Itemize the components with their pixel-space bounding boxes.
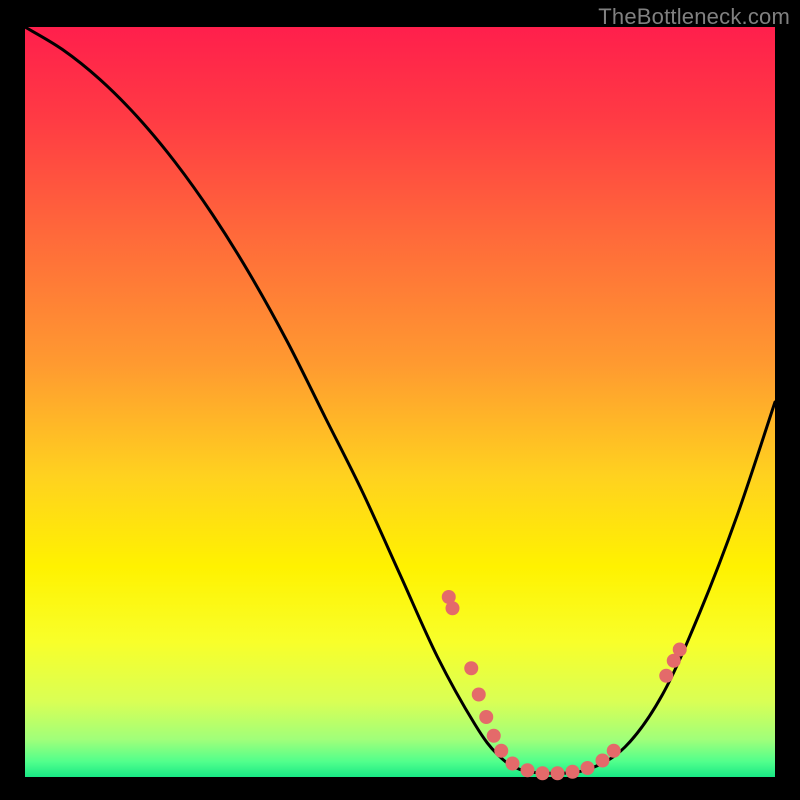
curve-marker xyxy=(494,744,508,758)
curve-marker xyxy=(673,643,687,657)
plot-background xyxy=(25,27,775,777)
chart-svg xyxy=(0,0,800,800)
attribution-text: TheBottleneck.com xyxy=(598,4,790,30)
curve-marker xyxy=(536,766,550,780)
curve-marker xyxy=(506,757,520,771)
curve-marker xyxy=(446,601,460,615)
curve-marker xyxy=(581,761,595,775)
curve-marker xyxy=(479,710,493,724)
curve-marker xyxy=(566,765,580,779)
curve-marker xyxy=(659,669,673,683)
curve-marker xyxy=(607,744,621,758)
curve-marker xyxy=(551,766,565,780)
curve-marker xyxy=(596,754,610,768)
curve-marker xyxy=(521,763,535,777)
chart-stage: TheBottleneck.com xyxy=(0,0,800,800)
curve-marker xyxy=(472,688,486,702)
curve-marker xyxy=(464,661,478,675)
curve-marker xyxy=(487,729,501,743)
